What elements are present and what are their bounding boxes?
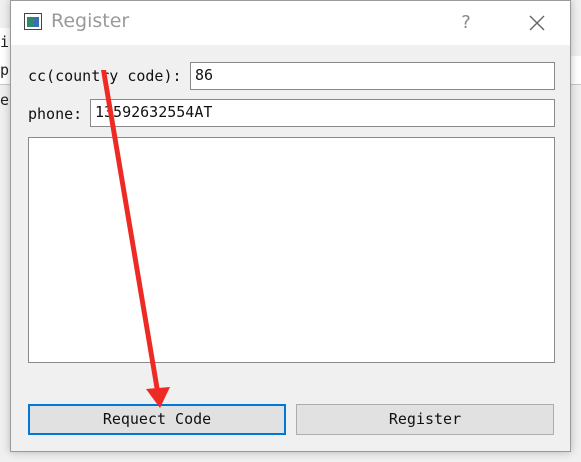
phone-field[interactable]: 13592632554AT [90,99,555,127]
output-text-area[interactable] [28,137,555,363]
close-icon [529,15,545,31]
register-dialog: Register ? cc(country code): 86 phone: 1… [10,0,571,452]
country-code-label: cc(country code): [28,67,182,85]
dialog-titlebar[interactable]: Register ? [11,1,570,45]
country-code-value: 86 [195,66,214,84]
window-app-icon [24,13,42,30]
country-code-field[interactable]: 86 [190,62,555,90]
request-code-button[interactable]: Requect Code [28,404,286,435]
close-button[interactable] [519,9,555,37]
phone-label: phone: [28,105,83,123]
background-row-text: e [0,91,10,109]
register-button[interactable]: Register [296,404,554,435]
help-button[interactable]: ? [454,11,478,35]
phone-value: 13592632554AT [95,103,213,121]
dialog-title: Register [51,10,130,32]
